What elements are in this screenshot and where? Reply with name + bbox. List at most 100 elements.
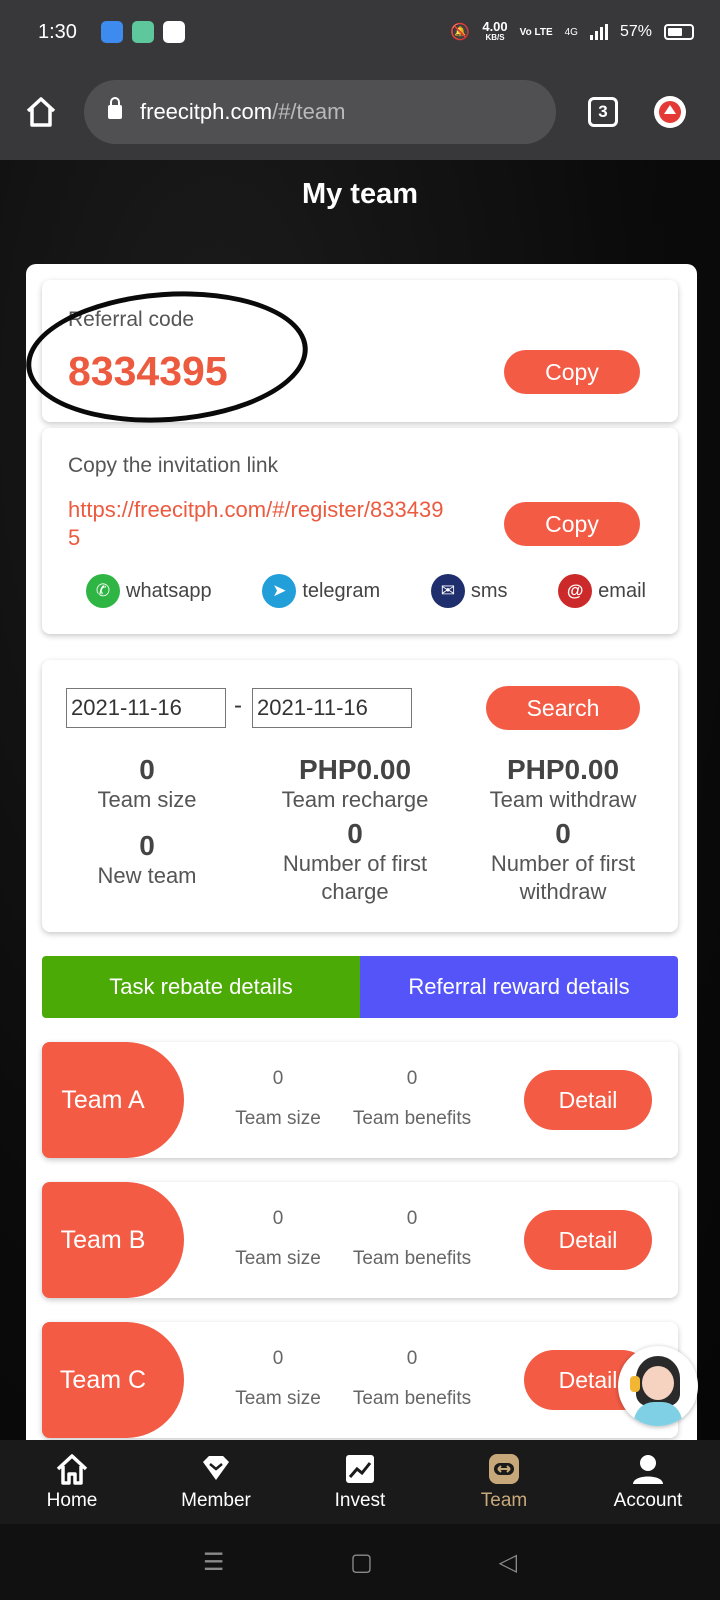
status-time: 1:30 [38,20,77,43]
team-benefits-col: 0 Team benefits [342,1348,482,1410]
volte-indicator: Vo LTE [519,26,553,38]
network-type: 4G [564,26,578,38]
recents-icon[interactable]: ☰ [203,1548,225,1577]
stat-first-withdraw: 0 Number of first withdraw [458,818,668,906]
nav-home[interactable]: Home [0,1440,144,1524]
share-sms-label: sms [470,579,508,602]
stat-value: 0 [555,818,571,849]
invitation-label: Copy the invitation link [68,454,279,477]
share-email[interactable]: @ email [558,574,646,608]
stat-label: Team recharge [281,787,429,812]
page-content: My team Referral code 8334395 Copy Copy … [0,160,720,1440]
notification-app-icon [100,21,123,43]
referral-card: Referral code 8334395 Copy [21,280,678,432]
battery-percent: 57% [619,23,652,40]
net-speed: 4.00 KB/S [482,19,508,43]
team-benefits-value: 0 [406,1348,418,1369]
stat-first-charge: 0 Number of first charge [250,818,460,906]
team-c-card: Team C 0 Team size 0 Team benefits Detai… [42,1322,678,1438]
team-size-value: 0 [272,1348,284,1369]
invitation-card: Copy the invitation link https://freecit… [42,428,678,634]
back-icon[interactable]: ◁ [499,1548,517,1577]
address-bar[interactable]: freecitph.com/#/team [84,80,556,144]
team-size-col: 0 Team size [228,1348,328,1410]
team-name: Team A [42,1042,184,1158]
mute-icon: 🔕 [450,24,471,41]
whatsapp-icon: ✆ [86,574,120,608]
stat-label: Team size [97,787,197,812]
team-size-label: Team size [235,1388,321,1409]
notification-calculator-icon [131,21,154,43]
share-whatsapp[interactable]: ✆ whatsapp [86,574,212,608]
team-name: Team B [42,1182,184,1298]
update-button[interactable] [654,96,686,128]
handdrawn-circle [21,282,313,432]
team-a-detail-button[interactable]: Detail [524,1070,652,1130]
url-host: freecitph.com [140,99,273,124]
stat-label: Number of first withdraw [490,851,636,904]
end-date-input[interactable]: 2021-11-16 [252,688,412,728]
url-path: /#/team [272,99,346,124]
home-icon[interactable] [24,95,58,129]
share-row: ✆ whatsapp ➤ telegram ✉ sms @ email [86,574,646,608]
stat-label: New team [97,863,197,888]
nav-member-label: Member [181,1490,251,1511]
details-tabs: Task rebate details Referral reward deta… [42,956,678,1018]
email-icon: @ [558,574,593,608]
nav-team-label: Team [480,1490,528,1511]
stat-value: 0 [139,830,155,861]
team-b-card: Team B 0 Team size 0 Team benefits Detai… [42,1182,678,1298]
sms-icon: ✉ [430,574,465,608]
home-square-icon[interactable]: ▢ [350,1548,373,1577]
status-bar: 1:30 🔕 4.00 KB/S Vo LTE 4G 57% [0,0,720,64]
share-sms[interactable]: ✉ sms [430,574,508,608]
tabs-button[interactable]: 3 [588,97,618,127]
copy-referral-button[interactable]: Copy [504,350,640,394]
page-title: My team [301,178,419,210]
member-icon [203,1456,229,1480]
nav-invest[interactable]: Invest [288,1440,432,1524]
share-telegram[interactable]: ➤ telegram [262,574,380,608]
team-panel: Referral code 8334395 Copy Copy the invi… [21,264,697,1440]
nav-team[interactable]: Team [432,1440,576,1524]
start-date-input[interactable]: 2021-11-16 [66,688,226,728]
team-b-detail-button[interactable]: Detail [524,1210,652,1270]
notification-mail-icon [162,21,185,43]
stat-value: PHP0.00 [298,754,412,785]
stat-value: PHP0.00 [506,754,620,785]
nav-account[interactable]: Account [576,1440,720,1524]
team-benefits-label: Team benefits [352,1108,472,1129]
stat-team-withdraw: PHP0.00 Team withdraw [458,754,668,814]
tab-referral-reward[interactable]: Referral reward details [360,956,678,1018]
nav-invest-label: Invest [334,1490,386,1511]
lock-icon [108,97,122,119]
team-size-value: 0 [272,1208,284,1229]
account-icon [633,1455,663,1484]
nav-member[interactable]: Member [144,1440,288,1524]
net-speed-value: 4.00 [482,19,508,34]
share-whatsapp-label: whatsapp [126,579,212,602]
stat-team-size: 0 Team size [42,754,252,814]
stat-label: Number of first charge [282,851,428,904]
team-name: Team C [42,1322,184,1438]
invitation-link[interactable]: https://freecitph.com/#/register/8334395 [68,496,448,552]
tab-task-rebate[interactable]: Task rebate details [42,956,360,1018]
copy-link-button[interactable]: Copy [504,502,640,546]
team-benefits-col: 0 Team benefits [342,1208,482,1270]
bottom-navigation: Home Member Invest Team Account [0,1440,720,1524]
team-size-col: 0 Team size [228,1068,328,1130]
battery-icon [664,24,694,40]
team-icon [489,1454,519,1484]
team-size-label: Team size [235,1248,321,1269]
team-size-label: Team size [235,1108,321,1129]
headset-icon [630,1376,640,1392]
customer-support-button[interactable] [618,1346,698,1426]
search-button[interactable]: Search [486,686,640,730]
telegram-icon: ➤ [262,574,297,608]
update-icon [659,101,681,123]
stats-card: 2021-11-16 - 2021-11-16 Search 0 Team si… [42,660,678,932]
team-benefits-label: Team benefits [352,1248,472,1269]
system-navigation: ☰ ▢ ◁ [0,1524,720,1600]
stat-value: 0 [139,754,155,785]
support-avatar-body [634,1402,682,1426]
